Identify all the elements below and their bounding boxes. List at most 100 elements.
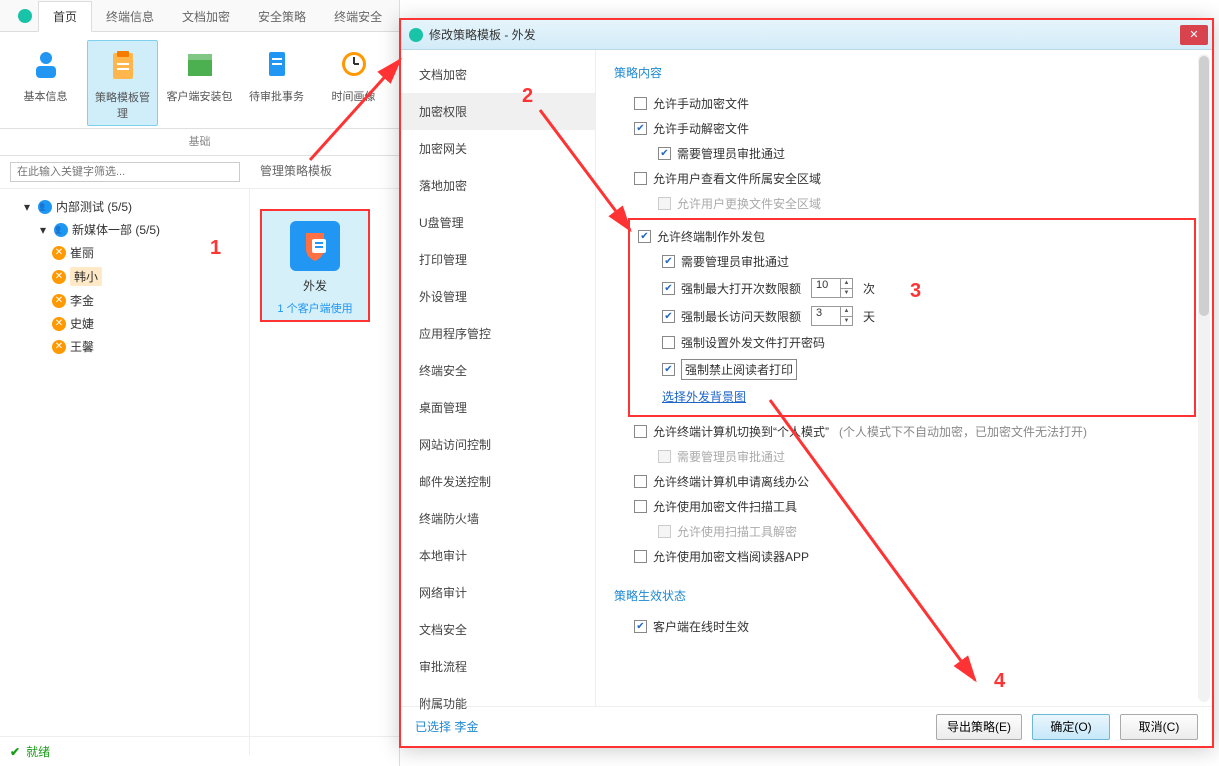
footer-selection-label: 已选择 李金 — [415, 718, 926, 735]
ribbon-basic-label: 基本信息 — [12, 88, 79, 104]
chk-max-days[interactable]: 强制最长访问天数限额 3▲▼ 天 — [632, 302, 1192, 330]
tree-user-label: 崔丽 — [70, 244, 94, 261]
cancel-button[interactable]: 取消(C) — [1120, 714, 1198, 740]
nav-mail-control[interactable]: 邮件发送控制 — [401, 463, 595, 500]
app-logo-icon — [18, 9, 32, 23]
chk-need-admin-1[interactable]: 需要管理员审批通过 — [614, 141, 1196, 166]
clipboard-icon — [103, 45, 143, 85]
chk-forbid-print[interactable]: 强制禁止阅读者打印 — [632, 355, 1192, 384]
chk-manual-encrypt[interactable]: 允许手动加密文件 — [614, 91, 1196, 116]
clock-icon — [334, 44, 374, 84]
export-policy-button[interactable]: 导出策略(E) — [936, 714, 1022, 740]
person-icon — [26, 44, 66, 84]
ribbon-time-image[interactable]: 时间画像 — [318, 40, 389, 126]
dialog-titlebar: 修改策略模板 - 外发 ✕ — [401, 20, 1212, 50]
group-icon: 👥 — [54, 223, 68, 237]
dialog-content: 策略内容 允许手动加密文件 允许手动解密文件 需要管理员审批通过 允许用户查看文… — [596, 50, 1212, 706]
nav-peripheral-manage[interactable]: 外设管理 — [401, 278, 595, 315]
tree-user-label: 韩小 — [70, 267, 102, 286]
shield-settings-icon — [290, 221, 340, 271]
tree-group-label: 新媒体一部 (5/5) — [72, 221, 160, 238]
user-icon: ✕ — [52, 270, 66, 284]
template-card-subtitle: 1 个客户端使用 — [266, 300, 364, 316]
edit-policy-dialog: 修改策略模板 - 外发 ✕ 文档加密 加密权限 加密网关 落地加密 U盘管理 打… — [399, 18, 1214, 748]
nav-doc-security[interactable]: 文档安全 — [401, 611, 595, 648]
nav-print-manage[interactable]: 打印管理 — [401, 241, 595, 278]
scrollbar[interactable] — [1198, 54, 1210, 702]
user-icon: ✕ — [52, 340, 66, 354]
nav-desktop-manage[interactable]: 桌面管理 — [401, 389, 595, 426]
max-open-input[interactable]: 10▲▼ — [811, 278, 853, 298]
tree-user-1[interactable]: ✕ 韩小 — [52, 264, 245, 289]
template-card-title: 外发 — [266, 277, 364, 294]
template-panel: 外发 1 个客户端使用 — [250, 189, 399, 755]
tree-user-label: 王馨 — [70, 338, 94, 355]
tree-user-2[interactable]: ✕李金 — [52, 289, 245, 312]
chk-scan-tool[interactable]: 允许使用加密文件扫描工具 — [614, 494, 1196, 519]
nav-firewall[interactable]: 终端防火墙 — [401, 500, 595, 537]
nav-web-access[interactable]: 网站访问控制 — [401, 426, 595, 463]
spinner-icon[interactable]: ▲▼ — [840, 279, 852, 297]
nav-extras[interactable]: 附属功能 — [401, 685, 595, 722]
nav-encrypt-gateway[interactable]: 加密网关 — [401, 130, 595, 167]
chk-make-pkg[interactable]: 允许终端制作外发包 — [632, 224, 1192, 249]
dialog-title: 修改策略模板 - 外发 — [429, 26, 1180, 43]
ribbon-policy-template[interactable]: 策略模板管理 — [87, 40, 158, 126]
nav-doc-encrypt[interactable]: 文档加密 — [401, 56, 595, 93]
chk-change-area: 允许用户更换文件安全区域 — [614, 191, 1196, 216]
nav-terminal-security[interactable]: 终端安全 — [401, 352, 595, 389]
ribbon-group-label: 基础 — [0, 129, 399, 156]
nav-network-audit[interactable]: 网络审计 — [401, 574, 595, 611]
nav-usb-manage[interactable]: U盘管理 — [401, 204, 595, 241]
chk-max-open[interactable]: 强制最大打开次数限额 10▲▼ 次 — [632, 274, 1192, 302]
nav-local-audit[interactable]: 本地审计 — [401, 537, 595, 574]
nav-landing-encrypt[interactable]: 落地加密 — [401, 167, 595, 204]
chk-offline[interactable]: 允许终端计算机申请离线办公 — [614, 469, 1196, 494]
tab-terminal-security[interactable]: 终端安全 — [320, 2, 396, 31]
scrollbar-thumb[interactable] — [1199, 56, 1209, 316]
chk-need-admin-2[interactable]: 需要管理员审批通过 — [632, 249, 1192, 274]
nav-encrypt-permission[interactable]: 加密权限 — [401, 93, 595, 130]
chk-reader-app[interactable]: 允许使用加密文档阅读器APP — [614, 544, 1196, 569]
user-icon: ✕ — [52, 294, 66, 308]
chk-online-effective[interactable]: 客户端在线时生效 — [614, 614, 1196, 639]
ribbon-pending-label: 待审批事务 — [243, 88, 310, 104]
tree-group[interactable]: ▾👥新媒体一部 (5/5) — [36, 218, 245, 241]
chk-manual-decrypt[interactable]: 允许手动解密文件 — [614, 116, 1196, 141]
ribbon-policy-label: 策略模板管理 — [90, 89, 155, 121]
tree-search-input[interactable] — [10, 162, 240, 182]
org-tree: ▾👥内部测试 (5/5) ▾👥新媒体一部 (5/5) ✕崔丽 ✕韩小 ✕李金 ✕… — [0, 189, 250, 755]
package-icon — [180, 44, 220, 84]
max-days-input[interactable]: 3▲▼ — [811, 306, 853, 326]
tree-user-3[interactable]: ✕史婕 — [52, 312, 245, 335]
tab-home[interactable]: 首页 — [38, 1, 92, 32]
chk-view-area[interactable]: 允许用户查看文件所属安全区域 — [614, 166, 1196, 191]
check-icon: ✔ — [10, 745, 20, 759]
search-row — [0, 156, 250, 189]
tree-user-0[interactable]: ✕ 崔丽 — [52, 241, 245, 264]
spinner-icon[interactable]: ▲▼ — [840, 307, 852, 325]
ribbon-pending-approval[interactable]: 待审批事务 — [241, 40, 312, 126]
status-bar: ✔ 就绪 — [0, 736, 399, 766]
ribbon-client-package[interactable]: 客户端安装包 — [164, 40, 235, 126]
link-choose-bg[interactable]: 选择外发背景图 — [662, 388, 746, 405]
nav-approval-flow[interactable]: 审批流程 — [401, 648, 595, 685]
template-card-outgoing[interactable]: 外发 1 个客户端使用 — [260, 209, 370, 322]
group-icon: 👥 — [38, 200, 52, 214]
chk-scan-decrypt: 允许使用扫描工具解密 — [614, 519, 1196, 544]
section-policy-status: 策略生效状态 — [614, 587, 1196, 604]
user-icon: ✕ — [52, 246, 66, 260]
tree-user-4[interactable]: ✕ 王馨 — [52, 335, 245, 358]
document-icon — [257, 44, 297, 84]
chk-personal-mode[interactable]: 允许终端计算机切换到“个人模式”(个人模式下不自动加密，已加密文件无法打开) — [614, 419, 1196, 444]
template-panel-header: 管理策略模板 — [250, 156, 399, 189]
ribbon-basic-info[interactable]: 基本信息 — [10, 40, 81, 126]
nav-app-control[interactable]: 应用程序管控 — [401, 315, 595, 352]
tab-terminal-info[interactable]: 终端信息 — [92, 2, 168, 31]
tab-security-policy[interactable]: 安全策略 — [244, 2, 320, 31]
chk-force-pwd[interactable]: 强制设置外发文件打开密码 — [632, 330, 1192, 355]
ok-button[interactable]: 确定(O) — [1032, 714, 1110, 740]
tab-doc-encrypt[interactable]: 文档加密 — [168, 2, 244, 31]
close-button[interactable]: ✕ — [1180, 25, 1208, 45]
tree-root[interactable]: ▾👥内部测试 (5/5) — [20, 195, 245, 218]
